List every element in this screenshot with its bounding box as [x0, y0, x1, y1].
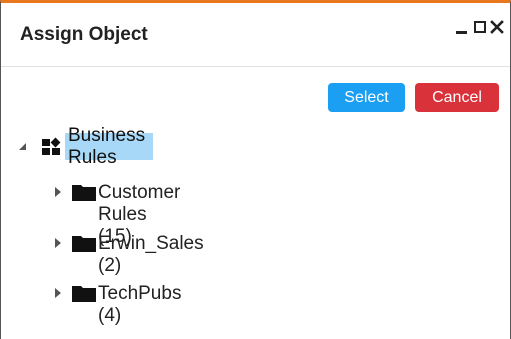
collapse-arrow-icon[interactable]	[55, 288, 61, 298]
expand-arrow-icon[interactable]	[19, 143, 26, 150]
dialog-titlebar[interactable]: Assign Object	[1, 3, 510, 67]
folder-icon	[72, 235, 96, 253]
collapse-arrow-icon[interactable]	[55, 187, 61, 197]
dialog-title: Assign Object	[20, 24, 148, 45]
business-rules-icon	[42, 137, 64, 157]
close-icon[interactable]	[490, 19, 504, 35]
select-button[interactable]: Select	[328, 83, 405, 112]
tree-node-erwin-sales[interactable]: Erwin_Sales (2)	[98, 233, 204, 277]
collapse-arrow-icon[interactable]	[55, 238, 61, 248]
assign-object-dialog: Assign Object Select Cancel Business Rul…	[0, 0, 511, 339]
tree-node-techpubs[interactable]: TechPubs (4)	[98, 283, 181, 327]
maximize-icon[interactable]	[473, 19, 487, 35]
minimize-icon[interactable]	[455, 19, 469, 35]
folder-icon	[72, 285, 96, 303]
tree-node-business-rules[interactable]: Business Rules	[65, 125, 154, 168]
folder-icon	[72, 184, 96, 202]
cancel-button[interactable]: Cancel	[415, 83, 499, 112]
